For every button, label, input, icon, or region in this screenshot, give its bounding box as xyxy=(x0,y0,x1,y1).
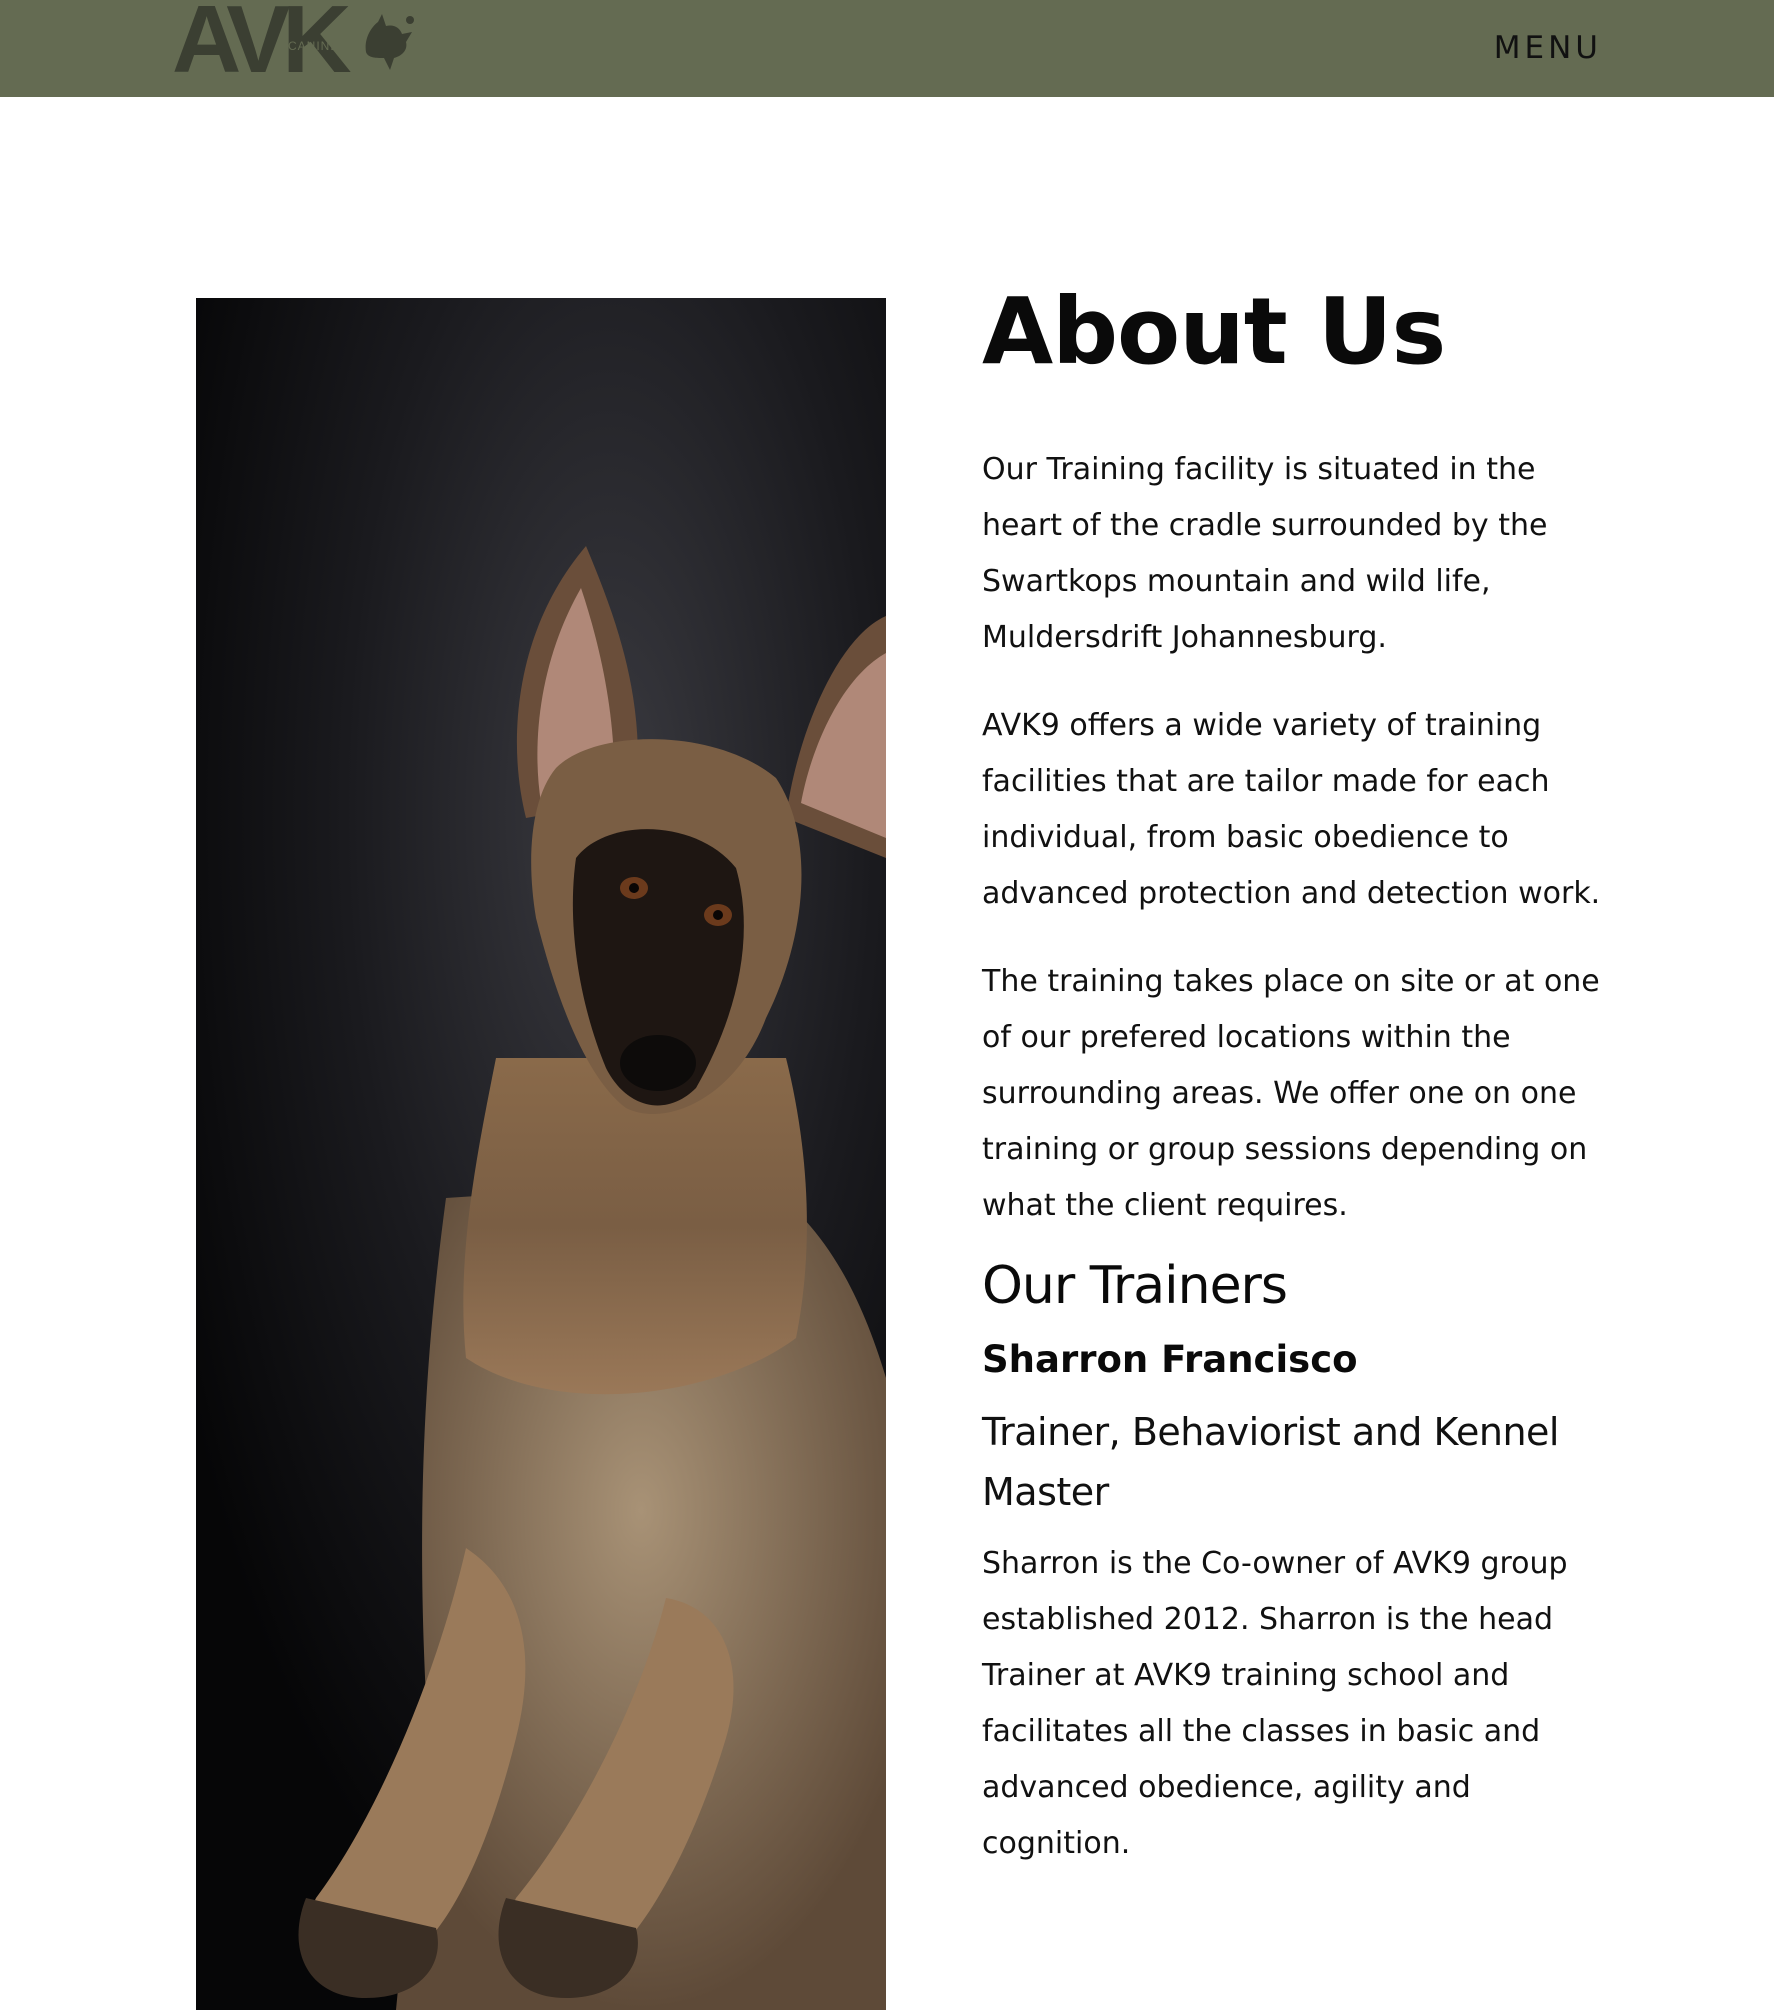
about-paragraph-sessions: The training takes place on site or at o… xyxy=(982,964,1600,1223)
about-content: About Us Our Training facility is situat… xyxy=(982,280,1602,1872)
trainer-bio: Sharron is the Co-owner of AVK9 group es… xyxy=(982,1546,1568,1861)
site-logo[interactable]: AVK CANINE xyxy=(172,0,432,97)
site-header: AVK CANINE MENU xyxy=(0,0,1774,97)
trainer-name: Sharron Francisco xyxy=(982,1338,1358,1381)
dog-illustration xyxy=(196,298,886,2010)
dog-head-icon xyxy=(365,14,414,70)
menu-button[interactable]: MENU xyxy=(1494,28,1602,68)
trainer-role: Trainer, Behaviorist and Kennel Master xyxy=(982,1410,1560,1514)
dog-photo xyxy=(196,298,886,2010)
trainers-heading: Our Trainers xyxy=(982,1256,1288,1316)
page-title: About Us xyxy=(982,278,1446,385)
about-paragraph-services: AVK9 offers a wide variety of training f… xyxy=(982,708,1601,911)
about-paragraph-location: Our Training facility is situated in the… xyxy=(982,452,1548,655)
logo-subtext: CANINE xyxy=(288,39,340,53)
